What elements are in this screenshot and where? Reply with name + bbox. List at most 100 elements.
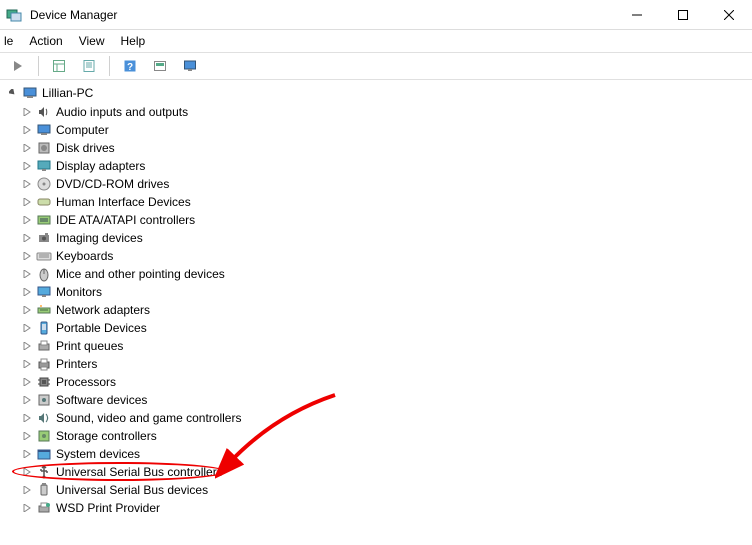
tree-item-label: System devices: [56, 445, 140, 463]
tree-item[interactable]: Portable Devices: [6, 319, 746, 337]
root-label: Lillian-PC: [42, 84, 93, 102]
tree-item-label: Network adapters: [56, 301, 150, 319]
tree-item-label: Mice and other pointing devices: [56, 265, 225, 283]
menubar: le Action View Help: [0, 30, 752, 52]
tree-item[interactable]: Disk drives: [6, 139, 746, 157]
tree-item-label: WSD Print Provider: [56, 499, 160, 517]
toolbar: ?: [0, 52, 752, 80]
titlebar: Device Manager: [0, 0, 752, 30]
scan-hardware-button[interactable]: [148, 55, 172, 77]
root-node[interactable]: Lillian-PC: [6, 84, 746, 102]
window-buttons: [614, 0, 752, 30]
tree-item-label: Audio inputs and outputs: [56, 103, 188, 121]
expand-icon[interactable]: [20, 411, 34, 425]
hid-icon: [36, 194, 52, 210]
expand-icon[interactable]: [20, 321, 34, 335]
tree-item[interactable]: Display adapters: [6, 157, 746, 175]
tree-item[interactable]: Computer: [6, 121, 746, 139]
tree-item-label: Storage controllers: [56, 427, 157, 445]
tree-item-label: DVD/CD-ROM drives: [56, 175, 169, 193]
expand-icon[interactable]: [20, 429, 34, 443]
tree-item[interactable]: Mice and other pointing devices: [6, 265, 746, 283]
menu-file[interactable]: le: [4, 34, 13, 48]
tree-item[interactable]: Keyboards: [6, 247, 746, 265]
tree-item-label: Print queues: [56, 337, 123, 355]
tree-item[interactable]: Sound, video and game controllers: [6, 409, 746, 427]
tree-item[interactable]: Network adapters: [6, 301, 746, 319]
tree-item-label: Processors: [56, 373, 116, 391]
monitor-icon: [36, 122, 52, 138]
network-icon: [36, 302, 52, 318]
expand-icon[interactable]: [20, 195, 34, 209]
expand-icon[interactable]: [20, 465, 34, 479]
tree-item[interactable]: Processors: [6, 373, 746, 391]
tree-item[interactable]: WSD Print Provider: [6, 499, 746, 517]
show-hide-console-button[interactable]: [47, 55, 71, 77]
maximize-button[interactable]: [660, 0, 706, 30]
expand-icon[interactable]: [20, 303, 34, 317]
expand-icon[interactable]: [20, 231, 34, 245]
expand-icon[interactable]: [6, 86, 20, 100]
expand-icon[interactable]: [20, 141, 34, 155]
tree-item[interactable]: Printers: [6, 355, 746, 373]
tree-item-label: Computer: [56, 121, 109, 139]
expand-icon[interactable]: [20, 501, 34, 515]
tree-item[interactable]: Universal Serial Bus controllers: [6, 463, 746, 481]
tree-item-label: Display adapters: [56, 157, 145, 175]
display-icon: [36, 158, 52, 174]
expand-icon[interactable]: [20, 483, 34, 497]
speaker-icon: [36, 104, 52, 120]
tree-item[interactable]: Imaging devices: [6, 229, 746, 247]
expand-icon[interactable]: [20, 177, 34, 191]
help-button[interactable]: ?: [118, 55, 142, 77]
expand-icon[interactable]: [20, 105, 34, 119]
svg-text:?: ?: [127, 62, 133, 73]
tree-item-label: Software devices: [56, 391, 147, 409]
tree-item-label: IDE ATA/ATAPI controllers: [56, 211, 195, 229]
menu-help[interactable]: Help: [121, 34, 146, 48]
keyboard-icon: [36, 248, 52, 264]
expand-icon[interactable]: [20, 285, 34, 299]
tree-item[interactable]: Human Interface Devices: [6, 193, 746, 211]
properties-button[interactable]: [77, 55, 101, 77]
printq-icon: [36, 338, 52, 354]
expand-icon[interactable]: [20, 159, 34, 173]
tree-item-label: Universal Serial Bus controllers: [56, 463, 223, 481]
expand-icon[interactable]: [20, 213, 34, 227]
tree-item[interactable]: DVD/CD-ROM drives: [6, 175, 746, 193]
expand-icon[interactable]: [20, 249, 34, 263]
usbdev-icon: [36, 482, 52, 498]
expand-icon[interactable]: [20, 375, 34, 389]
menu-view[interactable]: View: [79, 34, 105, 48]
system-icon: [36, 446, 52, 462]
forward-button[interactable]: [6, 55, 30, 77]
tree-item-label: Sound, video and game controllers: [56, 409, 241, 427]
expand-icon[interactable]: [20, 357, 34, 371]
minimize-button[interactable]: [614, 0, 660, 30]
mouse-icon: [36, 266, 52, 282]
tree-item[interactable]: Monitors: [6, 283, 746, 301]
separator: [38, 56, 39, 76]
window-title: Device Manager: [30, 8, 614, 22]
software-icon: [36, 392, 52, 408]
tree-item[interactable]: Print queues: [6, 337, 746, 355]
expand-icon[interactable]: [20, 339, 34, 353]
computer-icon: [22, 85, 38, 101]
tree-item-label: Printers: [56, 355, 97, 373]
expand-icon[interactable]: [20, 267, 34, 281]
expand-icon[interactable]: [20, 447, 34, 461]
tree-item[interactable]: IDE ATA/ATAPI controllers: [6, 211, 746, 229]
close-button[interactable]: [706, 0, 752, 30]
tree-item[interactable]: Software devices: [6, 391, 746, 409]
tree-item[interactable]: Universal Serial Bus devices: [6, 481, 746, 499]
tree-item-label: Imaging devices: [56, 229, 143, 247]
tree-item[interactable]: Audio inputs and outputs: [6, 103, 746, 121]
tree-item-label: Disk drives: [56, 139, 115, 157]
expand-icon[interactable]: [20, 393, 34, 407]
tree-item[interactable]: Storage controllers: [6, 427, 746, 445]
storage-icon: [36, 428, 52, 444]
monitor-button[interactable]: [178, 55, 202, 77]
tree-item[interactable]: System devices: [6, 445, 746, 463]
menu-action[interactable]: Action: [29, 34, 62, 48]
expand-icon[interactable]: [20, 123, 34, 137]
